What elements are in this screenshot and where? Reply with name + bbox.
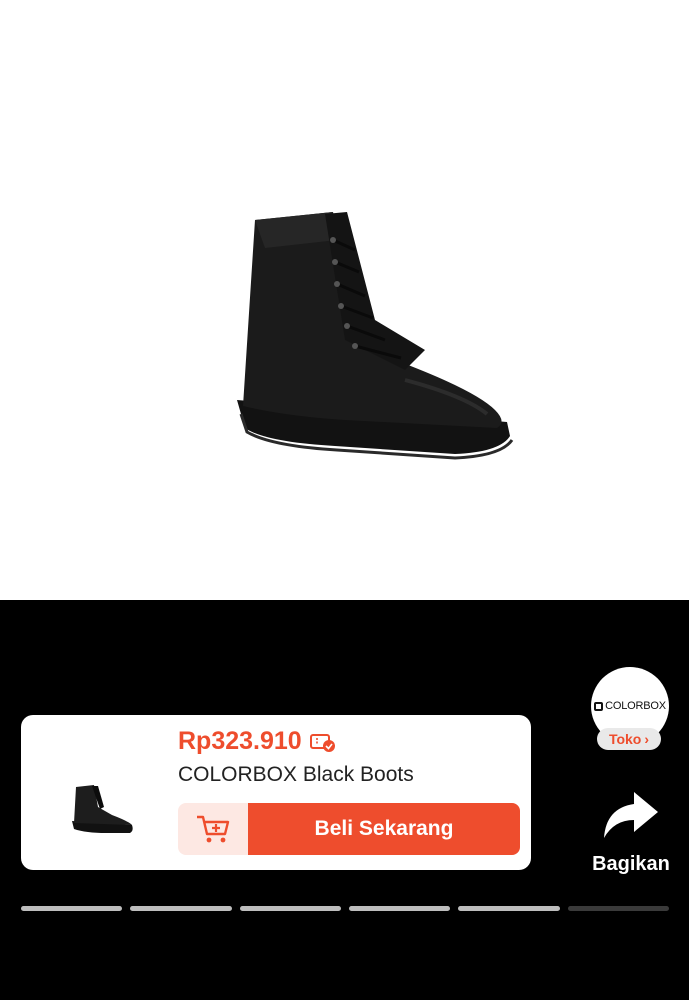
add-to-cart-button[interactable]: [178, 803, 248, 855]
product-title: COLORBOX Black Boots: [178, 763, 414, 786]
share-label: Bagikan: [592, 853, 670, 875]
progress-segment: [239, 906, 341, 911]
colorbox-logo-icon: [594, 701, 604, 711]
product-image-area[interactable]: [0, 0, 689, 600]
shop-logo: COLORBOX: [594, 700, 666, 712]
product-card[interactable]: Rp323.910 COLORBOX Black Boots Beli Seka…: [21, 715, 531, 870]
buy-now-button[interactable]: Beli Sekarang: [248, 803, 520, 855]
share-arrow-icon: [604, 792, 658, 838]
progress-segment: [130, 906, 232, 911]
voucher-check-icon: [309, 733, 335, 752]
price-row: Rp323.910: [178, 727, 336, 756]
shop-toko-button[interactable]: Toko ›: [597, 728, 661, 750]
product-price: Rp323.910: [178, 727, 302, 755]
progress-segment: [567, 906, 669, 911]
chevron-right-icon: ›: [644, 731, 650, 747]
progress-segment: [458, 906, 560, 911]
story-progress: [21, 906, 669, 911]
toko-label: Toko: [608, 731, 642, 747]
shop-logo-text: COLORBOX: [605, 700, 666, 712]
boot-image: [237, 212, 514, 460]
share-button[interactable]: Bagikan: [586, 785, 676, 880]
product-thumbnail[interactable]: [66, 783, 136, 833]
add-to-cart-icon: [197, 815, 230, 843]
progress-segment: [348, 906, 451, 911]
progress-segment: [21, 906, 123, 911]
